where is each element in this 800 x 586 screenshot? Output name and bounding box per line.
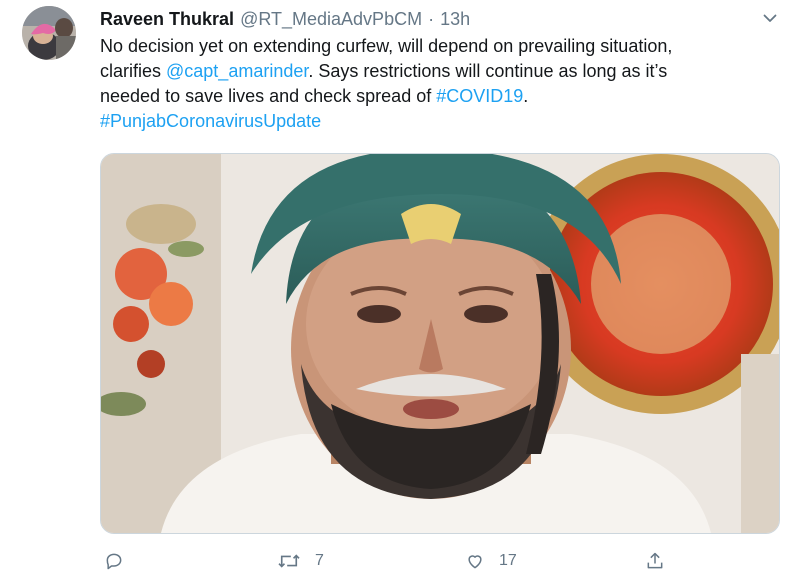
avatar[interactable]	[22, 6, 76, 60]
tweet-text-line: needed to save lives and check spread of…	[100, 84, 780, 109]
hashtag-punjab-update[interactable]: #PunjabCoronavirusUpdate	[100, 111, 321, 131]
share-icon	[647, 552, 663, 569]
retweet-button[interactable]: 7	[277, 551, 324, 571]
retweet-icon	[278, 554, 300, 568]
mention-link[interactable]: @capt_amarinder	[166, 61, 308, 81]
tweet-text-line: #PunjabCoronavirusUpdate	[100, 109, 780, 134]
reply-button[interactable]	[104, 551, 124, 571]
text-segment: . Says restrictions will continue as lon…	[308, 61, 668, 81]
heart-icon	[468, 555, 482, 569]
like-count: 17	[499, 552, 517, 569]
text-segment: needed to save lives and check spread of	[100, 86, 437, 106]
share-button[interactable]	[645, 551, 665, 571]
avatar-photo	[22, 6, 76, 60]
tweet-timestamp[interactable]: 13h	[440, 9, 470, 30]
tweet-photo[interactable]	[100, 153, 780, 534]
tweet-actions: 7 17	[0, 545, 800, 579]
tweet[interactable]: Raveen Thukral @RT_MediaAdvPbCM · 13h No…	[0, 0, 800, 586]
photo-image	[101, 154, 779, 533]
hashtag-covid19[interactable]: #COVID19	[436, 86, 523, 106]
tweet-text: No decision yet on extending curfew, wil…	[100, 34, 780, 134]
text-segment: .	[523, 86, 529, 106]
retweet-count: 7	[315, 552, 324, 569]
tweet-text-line: No decision yet on extending curfew, wil…	[100, 34, 780, 59]
separator-dot: ·	[428, 8, 435, 29]
author-name[interactable]: Raveen Thukral	[100, 9, 234, 30]
author-handle[interactable]: @RT_MediaAdvPbCM	[240, 9, 422, 30]
text-segment: clarifies	[100, 61, 167, 81]
reply-icon	[106, 553, 122, 570]
chevron-down-icon	[763, 14, 777, 22]
text-segment: No decision yet on extending curfew, wil…	[100, 36, 673, 56]
tweet-text-line: clarifies @capt_amarinder. Says restrict…	[100, 59, 780, 84]
like-button[interactable]: 17	[465, 551, 517, 571]
more-options-caret[interactable]	[758, 8, 782, 28]
